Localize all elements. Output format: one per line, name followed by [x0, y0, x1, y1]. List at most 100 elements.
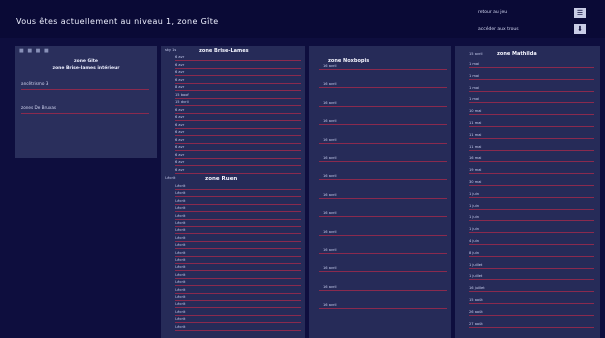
back-to-game-link[interactable]: retour au jeu: [478, 10, 507, 15]
row-divider: [175, 277, 301, 279]
list-item[interactable]: 1 mai: [469, 74, 479, 78]
download-icon: ⬇: [577, 25, 583, 33]
list-item[interactable]: 15 boof: [175, 93, 189, 97]
list-item[interactable]: 10 mai: [469, 109, 481, 113]
list-item[interactable]: l-écrit: [175, 258, 185, 262]
sidebar-handle[interactable]: ■ ■ ■ ■: [19, 48, 50, 54]
list-item[interactable]: 16 avril: [323, 119, 337, 123]
list-item[interactable]: 1 juin: [469, 204, 479, 208]
list-item[interactable]: 16 avril: [323, 285, 337, 289]
list-item[interactable]: 11 mai: [469, 121, 481, 125]
row-divider: [175, 150, 301, 151]
list-item[interactable]: 6 avr: [175, 138, 184, 142]
list-item[interactable]: l-écrit: [175, 251, 185, 255]
row-divider: [175, 157, 301, 159]
list-item[interactable]: 6 avr: [175, 168, 184, 172]
row-divider: [175, 263, 301, 264]
list-item[interactable]: l-écrit: [175, 317, 185, 321]
sidebar-item-zones[interactable]: zones De Bruxas: [21, 105, 56, 110]
list-item[interactable]: l-écrit: [175, 228, 185, 232]
list-item[interactable]: l-écrit: [175, 280, 185, 284]
page-title: Vous êtes actuellement au niveau 1, zone…: [16, 17, 219, 26]
list-item[interactable]: 6 avr: [175, 70, 184, 74]
list-item[interactable]: l-écrit: [175, 214, 185, 218]
holes-link[interactable]: accéder aux trous: [478, 27, 519, 32]
list-item[interactable]: 6 avr: [175, 63, 184, 67]
list-item[interactable]: 6 avr: [175, 108, 184, 112]
list-item[interactable]: 16 avril: [323, 156, 337, 160]
row-divider: [175, 196, 301, 198]
list-item[interactable]: 16 avril: [323, 211, 337, 215]
row-divider: [175, 248, 301, 250]
list-item[interactable]: l-écrit: [175, 302, 185, 306]
row-divider: [469, 114, 594, 116]
list-item[interactable]: 15 dvrii: [175, 100, 189, 104]
list-item[interactable]: 16 juillet: [469, 286, 485, 290]
list-item[interactable]: 1 juin: [469, 192, 479, 196]
list-item[interactable]: 6 avr: [175, 153, 184, 157]
list-item[interactable]: l-écrit: [175, 206, 185, 210]
column-subtitle: zone Ruen: [205, 176, 238, 182]
list-item[interactable]: l-écrit: [175, 265, 185, 269]
row-divider: [175, 292, 301, 294]
list-item[interactable]: 26 août: [469, 310, 483, 314]
list-item[interactable]: 11 mai: [469, 133, 481, 137]
list-item[interactable]: 6 avr: [175, 115, 184, 119]
list-item[interactable]: 16 avril: [323, 101, 337, 105]
sidebar-divider: [21, 113, 149, 114]
list-item[interactable]: 6 avr: [175, 78, 184, 82]
list-item[interactable]: 6 avr: [175, 130, 184, 134]
list-item[interactable]: l-écrit: [175, 273, 185, 277]
list-item[interactable]: 1 juin: [469, 215, 479, 219]
list-item[interactable]: 8 avr: [175, 85, 184, 89]
list-item[interactable]: l-écrit: [175, 191, 185, 195]
list-item[interactable]: 1 juin: [469, 227, 479, 231]
list-item[interactable]: l-écrit: [175, 221, 185, 225]
list-item[interactable]: 1 mai: [469, 97, 479, 101]
list-item[interactable]: 1 juillet: [469, 274, 482, 278]
list-item[interactable]: l-écrit: [175, 184, 185, 188]
list-item[interactable]: 11 mai: [469, 145, 481, 149]
list-item[interactable]: 4 juin: [469, 239, 479, 243]
row-divider: [469, 185, 594, 186]
row-divider: [175, 270, 301, 272]
list-item[interactable]: l-écrit: [175, 288, 185, 292]
list-item[interactable]: l-écrit: [175, 243, 185, 247]
list-item[interactable]: l-écrit: [175, 199, 185, 203]
list-item[interactable]: 16 avril: [323, 230, 337, 234]
holes-button[interactable]: ⬇: [574, 24, 586, 34]
row-divider: [175, 105, 301, 106]
list-item[interactable]: 27 août: [469, 322, 483, 326]
list-item[interactable]: l-écrit: [175, 325, 185, 329]
list-item[interactable]: 16 avril: [323, 303, 337, 307]
list-item[interactable]: l-écrit: [175, 295, 185, 299]
page-frame: Vous êtes actuellement au niveau 1, zone…: [0, 0, 605, 338]
list-item[interactable]: 16 avril: [323, 266, 337, 270]
list-item[interactable]: 6 avr: [175, 55, 184, 59]
list-item[interactable]: 16 mai: [469, 156, 481, 160]
list-item[interactable]: 1 juillet: [469, 263, 482, 267]
list-item[interactable]: 19 mai: [469, 168, 481, 172]
back-to-game-button[interactable]: ☰: [574, 8, 586, 18]
column-noxbopis: zone Noxbopis 16 avril 16 avril 16 avril 16…: [309, 46, 451, 338]
list-item[interactable]: 6 avr: [175, 145, 184, 149]
row-divider: [175, 300, 301, 301]
list-item[interactable]: 1 mai: [469, 86, 479, 90]
list-item[interactable]: l-écrit: [175, 310, 185, 314]
list-item[interactable]: 16 avril: [323, 193, 337, 197]
list-item[interactable]: 6 avr: [175, 160, 184, 164]
list-item[interactable]: 15 août: [469, 298, 483, 302]
list-item[interactable]: 16 avril: [323, 248, 337, 252]
header: Vous êtes actuellement au niveau 1, zone…: [0, 0, 605, 38]
list-item[interactable]: 1 mai: [469, 62, 479, 66]
list-item[interactable]: 30 mai: [469, 180, 481, 184]
sidebar-item-ancestrismo[interactable]: ancêtrismo 3: [21, 81, 48, 86]
list-item[interactable]: 8 juin: [469, 251, 479, 255]
list-item[interactable]: 16 avril: [323, 138, 337, 142]
list-item[interactable]: 16 avril: [323, 174, 337, 178]
row-divider: [175, 142, 301, 144]
list-item[interactable]: l-écrit: [175, 236, 185, 240]
list-item[interactable]: 6 avr: [175, 123, 184, 127]
list-item[interactable]: 16 avril: [323, 82, 337, 86]
list-item[interactable]: 16 avril: [323, 64, 337, 68]
